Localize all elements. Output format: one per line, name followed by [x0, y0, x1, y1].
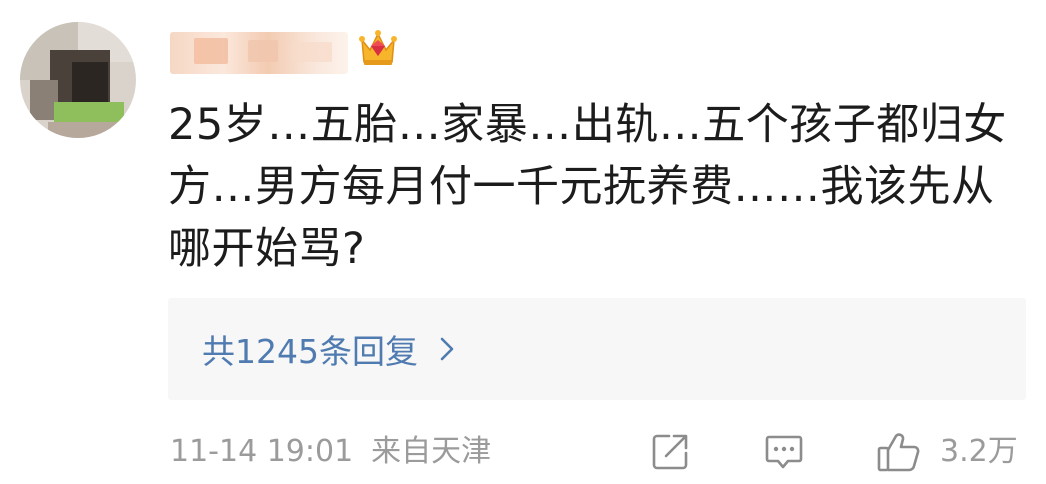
thumbs-up-icon[interactable]: [876, 431, 922, 473]
share-icon[interactable]: [649, 431, 691, 473]
username-blur-2: [248, 40, 278, 62]
avatar-blur-7: [48, 122, 128, 138]
avatar-blur-6: [54, 102, 124, 122]
username-blur-3: [292, 42, 332, 62]
comment-text: 25岁…五胎…家暴…出轨…五个孩子都归女方…男方每月付一千元抚养费……我该先从哪…: [168, 100, 1007, 274]
crown-icon: [359, 30, 397, 65]
username-blur-1: [194, 38, 228, 64]
view-replies-button[interactable]: 共1245条回复: [168, 298, 1026, 400]
location: 来自天津: [371, 434, 492, 469]
like-count: 3.2万: [940, 434, 1018, 469]
timestamp: 11-14 19:01: [170, 434, 354, 469]
replies-count-label: 共1245条回复: [202, 332, 418, 371]
avatar-blur-4: [72, 62, 108, 102]
avatar[interactable]: [20, 22, 136, 138]
comment-icon[interactable]: [763, 431, 805, 473]
comment-meta: 11-14 19:01 来自天津: [170, 432, 491, 472]
username[interactable]: [170, 32, 348, 74]
chevron-right-icon: [440, 337, 454, 361]
